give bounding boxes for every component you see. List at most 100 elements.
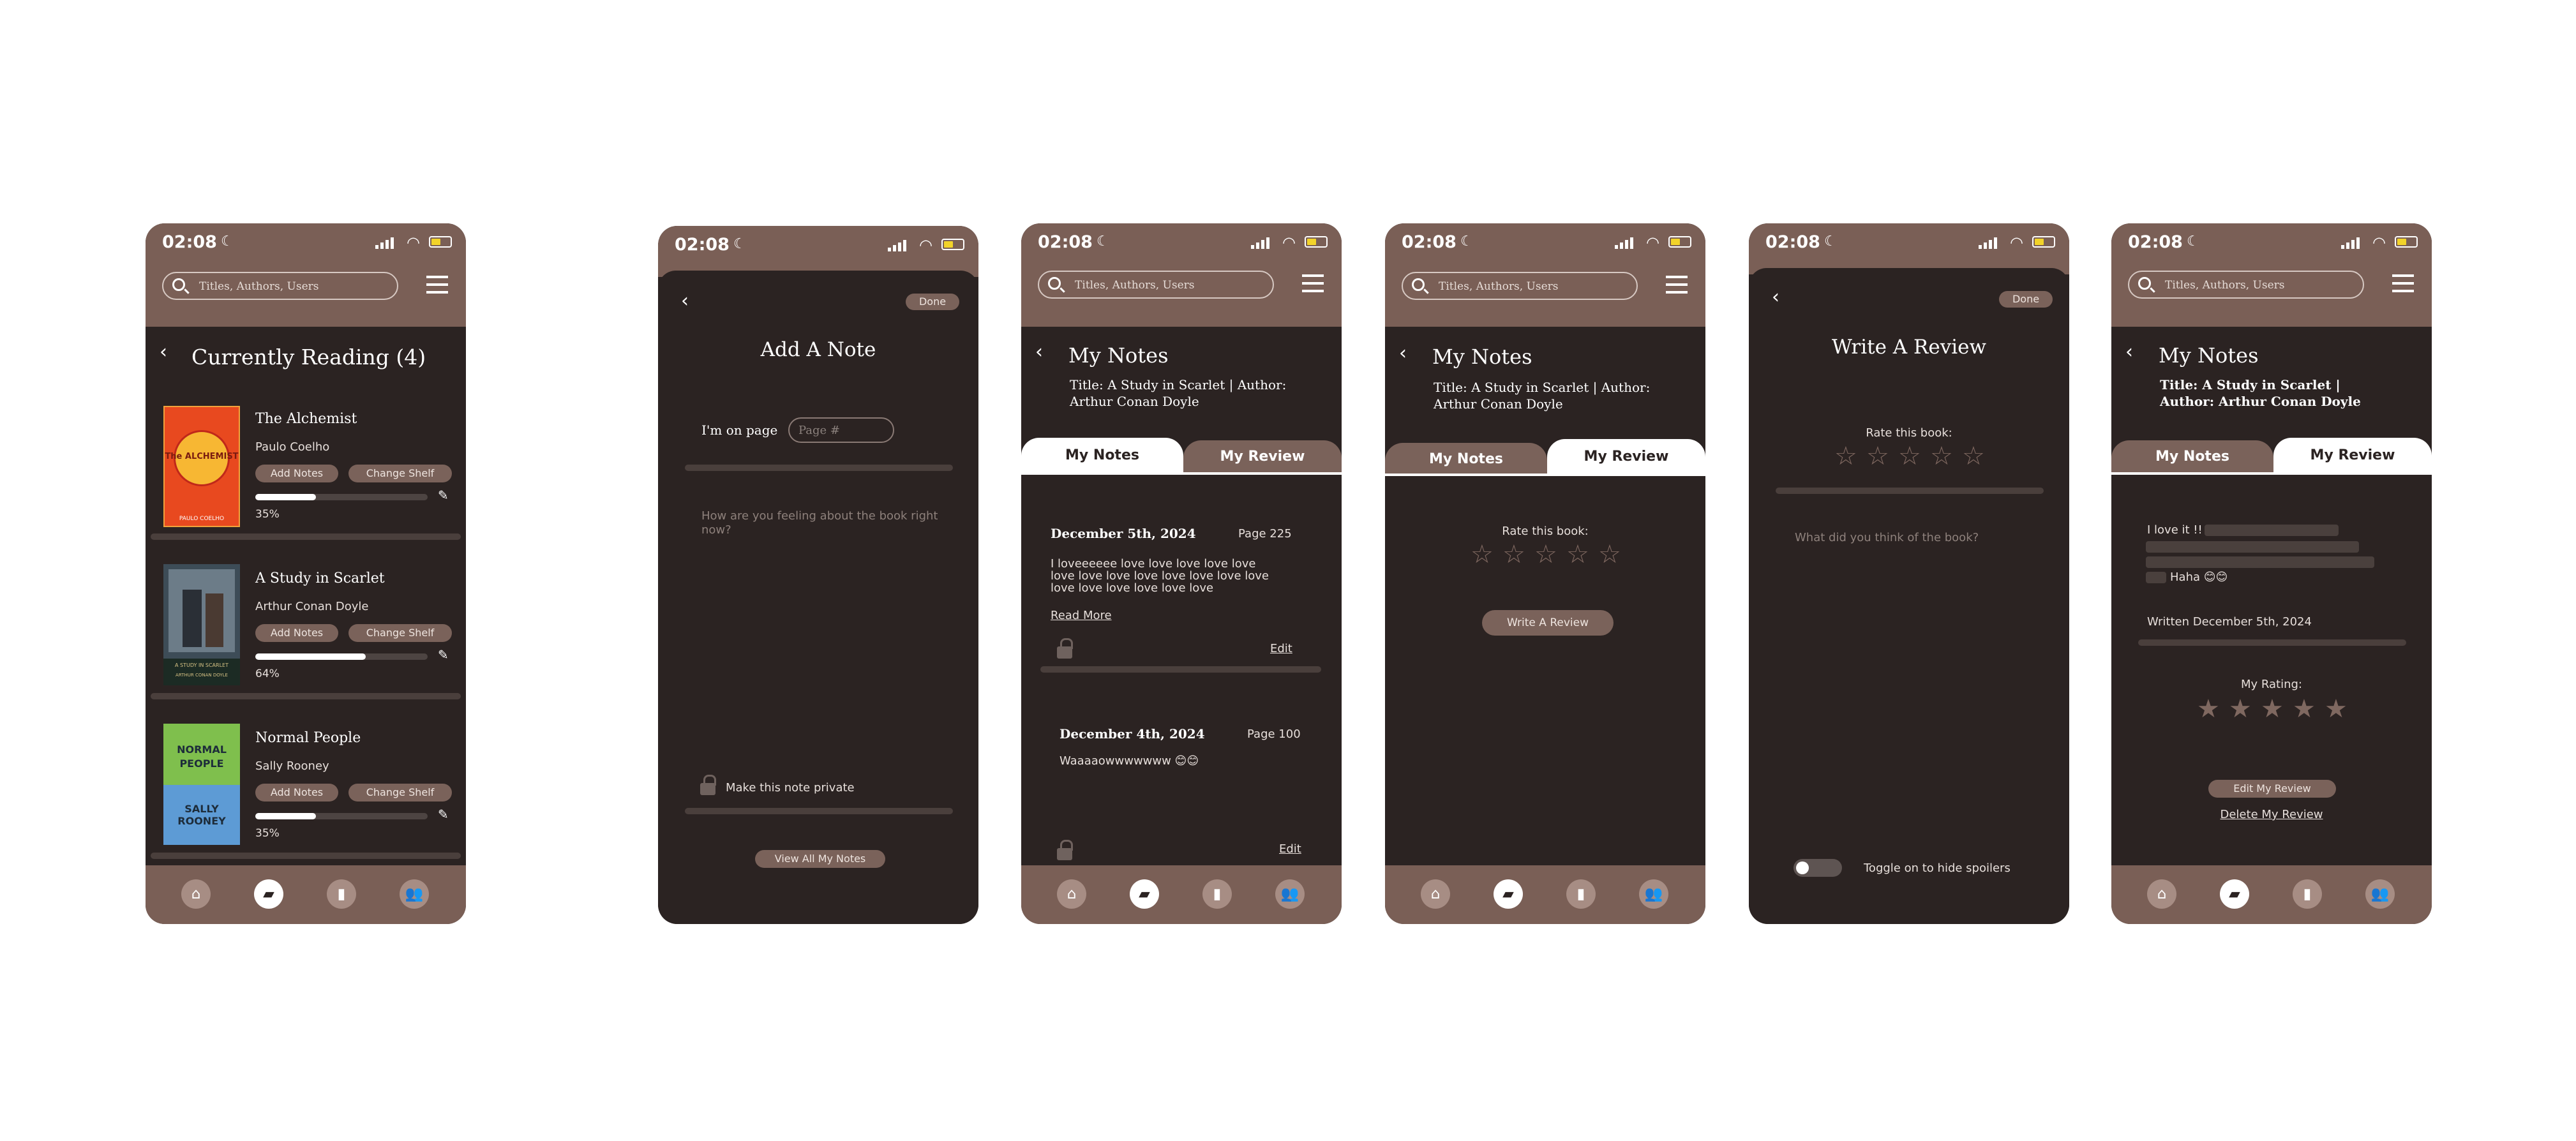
star-icon[interactable]: ☆ bbox=[1962, 442, 1985, 471]
header: 02:08 ☾ ◠ Titles, Authors, Users bbox=[1385, 223, 1705, 327]
stats-icon[interactable]: ▮ bbox=[1566, 879, 1596, 909]
star-icon[interactable]: ☆ bbox=[1866, 442, 1889, 471]
pencil-icon[interactable]: ✎ bbox=[438, 647, 449, 662]
stats-icon[interactable]: ▮ bbox=[1202, 879, 1232, 909]
back-icon[interactable]: ‹ bbox=[160, 341, 167, 363]
back-icon[interactable]: ‹ bbox=[2125, 341, 2133, 363]
status-time: 02:08 bbox=[1038, 232, 1093, 252]
screen-add-note: 02:08 ☾ ◠ ‹ Done Add A Note I'm on page … bbox=[658, 226, 978, 924]
spoiler-blur[interactable] bbox=[2146, 541, 2359, 553]
star-icon[interactable]: ☆ bbox=[1566, 540, 1589, 569]
spoiler-blur[interactable] bbox=[2146, 572, 2166, 583]
menu-icon[interactable] bbox=[426, 276, 448, 294]
star-icon[interactable]: ☆ bbox=[1502, 540, 1525, 569]
cover-title: The ALCHEMIST bbox=[165, 452, 239, 461]
spoiler-toggle[interactable] bbox=[1793, 859, 1842, 877]
book-meta: Title: A Study in Scarlet | Author: Arth… bbox=[2160, 377, 2361, 409]
tab-my-review[interactable]: My Review bbox=[2273, 438, 2432, 474]
edit-link[interactable]: Edit bbox=[1279, 842, 1301, 856]
stats-icon[interactable]: ▮ bbox=[2293, 879, 2322, 909]
tab-my-review[interactable]: My Review bbox=[1183, 440, 1342, 474]
spoiler-blur[interactable] bbox=[2205, 525, 2339, 536]
change-shelf-button[interactable]: Change Shelf bbox=[348, 465, 452, 482]
star-icon[interactable]: ☆ bbox=[1534, 540, 1557, 569]
bookmark-icon[interactable]: ▰ bbox=[1494, 879, 1523, 909]
change-shelf-button[interactable]: Change Shelf bbox=[348, 624, 452, 642]
friends-icon[interactable]: 👥 bbox=[1275, 879, 1305, 909]
status-bar: 02:08 ☾ ◠ bbox=[1021, 223, 1342, 262]
search-icon bbox=[1412, 278, 1425, 291]
back-icon[interactable]: ‹ bbox=[1035, 341, 1043, 363]
menu-icon[interactable] bbox=[2392, 274, 2414, 292]
search-input[interactable]: Titles, Authors, Users bbox=[162, 272, 398, 300]
lock-icon[interactable] bbox=[700, 775, 716, 795]
bookmark-icon[interactable]: ▰ bbox=[254, 879, 283, 909]
tab-my-notes[interactable]: My Notes bbox=[1021, 438, 1183, 474]
back-icon[interactable]: ‹ bbox=[1772, 286, 1779, 308]
battery-icon bbox=[2395, 236, 2418, 248]
home-icon[interactable]: ⌂ bbox=[2147, 879, 2176, 909]
search-icon bbox=[2138, 277, 2151, 290]
bookmark-icon[interactable]: ▰ bbox=[2220, 879, 2249, 909]
friends-icon[interactable]: 👥 bbox=[2365, 879, 2395, 909]
page-number-input[interactable]: Page # bbox=[788, 417, 894, 443]
tab-underline bbox=[1021, 472, 1342, 475]
back-icon[interactable]: ‹ bbox=[1399, 342, 1407, 364]
tab-my-notes[interactable]: My Notes bbox=[1385, 443, 1547, 476]
view-all-notes-button[interactable]: View All My Notes bbox=[755, 850, 885, 868]
pencil-icon[interactable]: ✎ bbox=[438, 488, 449, 503]
friends-icon[interactable]: 👥 bbox=[1639, 879, 1668, 909]
star-rating[interactable]: ☆ ☆ ☆ ☆ ☆ bbox=[1834, 442, 1988, 474]
lock-icon[interactable] bbox=[1057, 840, 1073, 860]
done-button[interactable]: Done bbox=[1999, 291, 2053, 308]
star-rating[interactable]: ☆ ☆ ☆ ☆ ☆ bbox=[1471, 540, 1624, 572]
rate-label: Rate this book: bbox=[1866, 426, 1952, 440]
search-input[interactable]: Titles, Authors, Users bbox=[2128, 271, 2364, 299]
read-more-link[interactable]: Read More bbox=[1051, 609, 1112, 622]
friends-icon[interactable]: 👥 bbox=[400, 879, 429, 909]
book-cover-normal-people[interactable]: NORMAL PEOPLE SALLY ROONEY bbox=[163, 724, 240, 845]
star-icon[interactable]: ☆ bbox=[1471, 540, 1494, 569]
star-icon[interactable]: ☆ bbox=[1598, 540, 1621, 569]
write-review-button[interactable]: Write A Review bbox=[1482, 610, 1614, 636]
note-body-input[interactable]: How are you feeling about the book right… bbox=[701, 509, 944, 537]
book-cover-scarlet[interactable]: A STUDY IN SCARLET ARTHUR CONAN DOYLE bbox=[163, 564, 240, 685]
rate-label: Rate this book: bbox=[1502, 525, 1589, 538]
search-input[interactable]: Titles, Authors, Users bbox=[1402, 272, 1638, 300]
home-icon[interactable]: ⌂ bbox=[1421, 879, 1450, 909]
change-shelf-button[interactable]: Change Shelf bbox=[348, 784, 452, 802]
menu-icon[interactable] bbox=[1666, 276, 1688, 294]
star-icon[interactable]: ☆ bbox=[1898, 442, 1921, 471]
divider bbox=[685, 465, 953, 471]
add-notes-button[interactable]: Add Notes bbox=[255, 624, 338, 642]
bottom-nav: ⌂ ▰ ▮ 👥 bbox=[2111, 865, 2432, 924]
edit-review-button[interactable]: Edit My Review bbox=[2208, 780, 2336, 798]
star-icon[interactable]: ☆ bbox=[1834, 442, 1857, 471]
edit-link[interactable]: Edit bbox=[1270, 642, 1292, 655]
header: 02:08 ☾ ◠ bbox=[1749, 223, 2069, 274]
bookmark-icon[interactable]: ▰ bbox=[1130, 879, 1159, 909]
review-body-input[interactable]: What did you think of the book? bbox=[1795, 531, 2037, 544]
lock-icon[interactable] bbox=[1057, 638, 1073, 659]
menu-icon[interactable] bbox=[1302, 274, 1324, 292]
tab-my-review[interactable]: My Review bbox=[1547, 439, 1705, 475]
book-cover-alchemist[interactable]: The ALCHEMIST PAULO COELHO bbox=[163, 406, 240, 527]
search-input[interactable]: Titles, Authors, Users bbox=[1038, 271, 1274, 299]
cover-title: A STUDY IN SCARLET bbox=[175, 662, 228, 668]
home-icon[interactable]: ⌂ bbox=[181, 879, 211, 909]
book-meta: Title: A Study in Scarlet | Author: Arth… bbox=[1070, 377, 1287, 409]
done-button[interactable]: Done bbox=[906, 294, 959, 310]
back-icon[interactable]: ‹ bbox=[681, 290, 689, 312]
cover-author: PAULO COELHO bbox=[179, 516, 225, 522]
add-notes-button[interactable]: Add Notes bbox=[255, 465, 338, 482]
tab-my-notes[interactable]: My Notes bbox=[2111, 440, 2273, 474]
star-icon[interactable]: ☆ bbox=[1930, 442, 1953, 471]
delete-review-link[interactable]: Delete My Review bbox=[2111, 808, 2432, 821]
note-text: Waaaaowwwwwww 😊😊 bbox=[1060, 754, 1199, 768]
spoiler-blur[interactable] bbox=[2146, 556, 2374, 568]
sheet bbox=[658, 271, 978, 924]
home-icon[interactable]: ⌂ bbox=[1057, 879, 1086, 909]
stats-icon[interactable]: ▮ bbox=[327, 879, 356, 909]
add-notes-button[interactable]: Add Notes bbox=[255, 784, 338, 802]
pencil-icon[interactable]: ✎ bbox=[438, 807, 449, 822]
